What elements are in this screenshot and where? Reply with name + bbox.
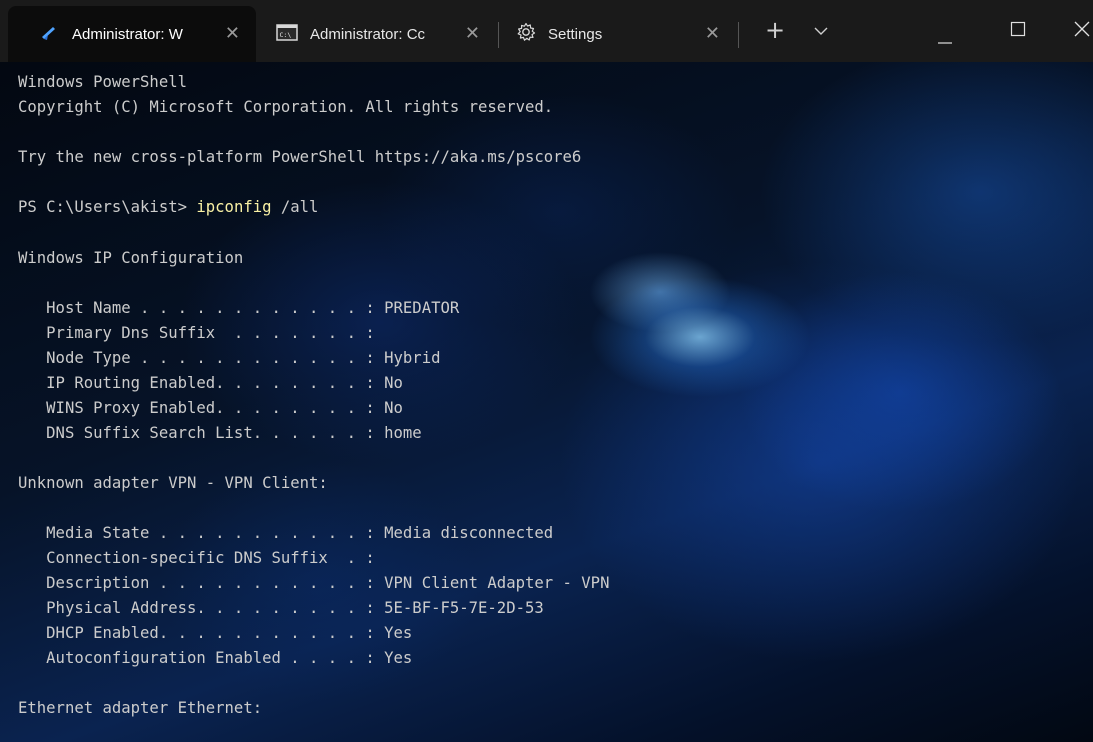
tab-label: Settings [548, 25, 603, 43]
prompt-line: PS C:\Users\akist> ipconfig /all [18, 197, 318, 217]
copyright-line: Copyright (C) Microsoft Corporation. All… [18, 98, 554, 116]
tab-label: Administrator: Cc [310, 25, 426, 43]
terminal-window: Administrator: W ✕ C:\ Administrator: Cc… [0, 0, 1093, 742]
cmd-icon: C:\ [276, 23, 298, 45]
config-line: WINS Proxy Enabled. . . . . . . . : No [18, 399, 403, 417]
minimize-icon[interactable] [937, 30, 953, 49]
tab-command-prompt[interactable]: C:\ Administrator: Cc ✕ [262, 6, 496, 62]
maximize-icon[interactable] [1010, 21, 1026, 41]
close-tab-icon[interactable]: ✕ [465, 25, 480, 43]
svg-text:C:\: C:\ [280, 31, 292, 39]
config-line: Primary Dns Suffix . . . . . . . : [18, 324, 375, 342]
tab-label: Administrator: W [72, 25, 183, 43]
command-args: /all [271, 198, 319, 216]
chevron-down-icon[interactable] [813, 22, 829, 41]
tab-divider [498, 22, 499, 48]
plus-icon[interactable]: + [765, 18, 785, 42]
tab-settings[interactable]: Settings ✕ [502, 6, 734, 62]
powershell-icon [22, 23, 60, 45]
close-tab-icon[interactable]: ✕ [225, 25, 240, 43]
title-bar[interactable]: Administrator: W ✕ C:\ Administrator: Cc… [0, 0, 1093, 62]
config-line: Media State . . . . . . . . . . . : Medi… [18, 524, 554, 542]
section-heading: Windows IP Configuration [18, 249, 244, 267]
config-line: IP Routing Enabled. . . . . . . . : No [18, 374, 403, 392]
gear-icon [516, 22, 536, 46]
config-line: Node Type . . . . . . . . . . . . : Hybr… [18, 349, 441, 367]
config-line: Autoconfiguration Enabled . . . . : Yes [18, 649, 413, 667]
tab-divider [738, 22, 739, 48]
command-name: ipconfig [196, 198, 272, 216]
prompt-text: PS C:\Users\akist> [18, 198, 197, 216]
section-heading: Ethernet adapter Ethernet: [18, 699, 263, 717]
config-line: Physical Address. . . . . . . . . : 5E-B… [18, 599, 544, 617]
terminal-pane[interactable]: Windows PowerShell Copyright (C) Microso… [0, 62, 1093, 742]
promo-line: Try the new cross-platform PowerShell ht… [18, 148, 582, 166]
config-line: DNS Suffix Search List. . . . . . : home [18, 424, 422, 442]
config-line: Host Name . . . . . . . . . . . . : PRED… [18, 299, 460, 317]
config-line: Connection-specific DNS Suffix . : [18, 549, 375, 567]
header-line: Windows PowerShell [18, 73, 187, 91]
tab-powershell[interactable]: Administrator: W ✕ [8, 6, 256, 62]
section-heading: Unknown adapter VPN - VPN Client: [18, 474, 328, 492]
close-icon[interactable] [1073, 20, 1091, 42]
close-tab-icon[interactable]: ✕ [705, 25, 720, 43]
config-line: DHCP Enabled. . . . . . . . . . . : Yes [18, 624, 413, 642]
config-line: Description . . . . . . . . . . . : VPN … [18, 574, 610, 592]
